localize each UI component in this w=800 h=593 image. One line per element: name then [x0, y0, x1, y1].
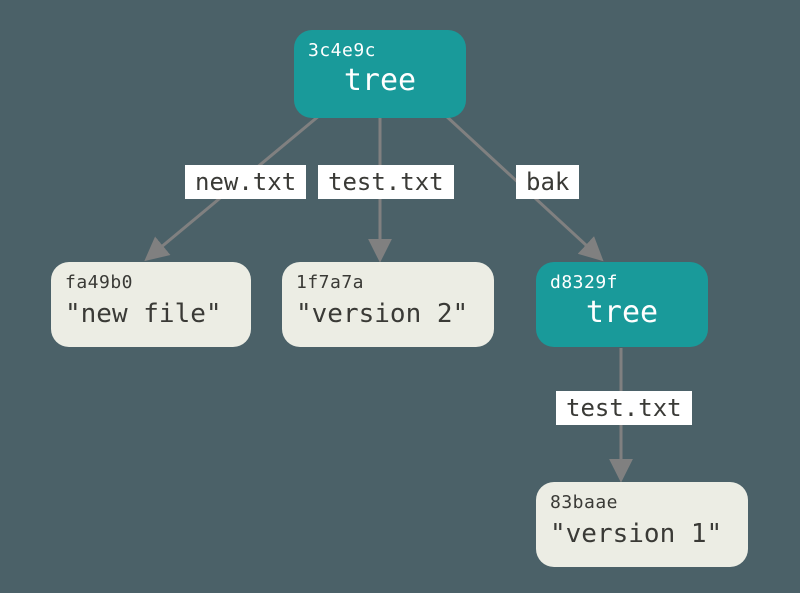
node-blob-version-2: 1f7a7a "version 2" — [282, 262, 494, 347]
node-hash: d8329f — [550, 272, 694, 293]
node-blob-new-file: fa49b0 "new file" — [51, 262, 251, 347]
node-label: tree — [550, 295, 694, 330]
node-label: "new file" — [65, 299, 237, 329]
git-object-diagram: 3c4e9c tree new.txt test.txt bak fa49b0 … — [0, 0, 800, 593]
node-hash: fa49b0 — [65, 272, 237, 293]
node-subtree: d8329f tree — [536, 262, 708, 347]
node-hash: 1f7a7a — [296, 272, 480, 293]
node-hash: 83baae — [550, 492, 734, 513]
node-label: tree — [308, 63, 452, 98]
edge-label-bak: bak — [516, 165, 579, 199]
edge-label-new-txt: new.txt — [185, 165, 306, 199]
node-hash: 3c4e9c — [308, 40, 452, 61]
node-label: "version 1" — [550, 519, 734, 549]
edge-label-test-txt: test.txt — [318, 165, 454, 199]
edge-label-subtree-test-txt: test.txt — [556, 391, 692, 425]
node-label: "version 2" — [296, 299, 480, 329]
node-blob-version-1: 83baae "version 1" — [536, 482, 748, 567]
node-root-tree: 3c4e9c tree — [294, 30, 466, 118]
